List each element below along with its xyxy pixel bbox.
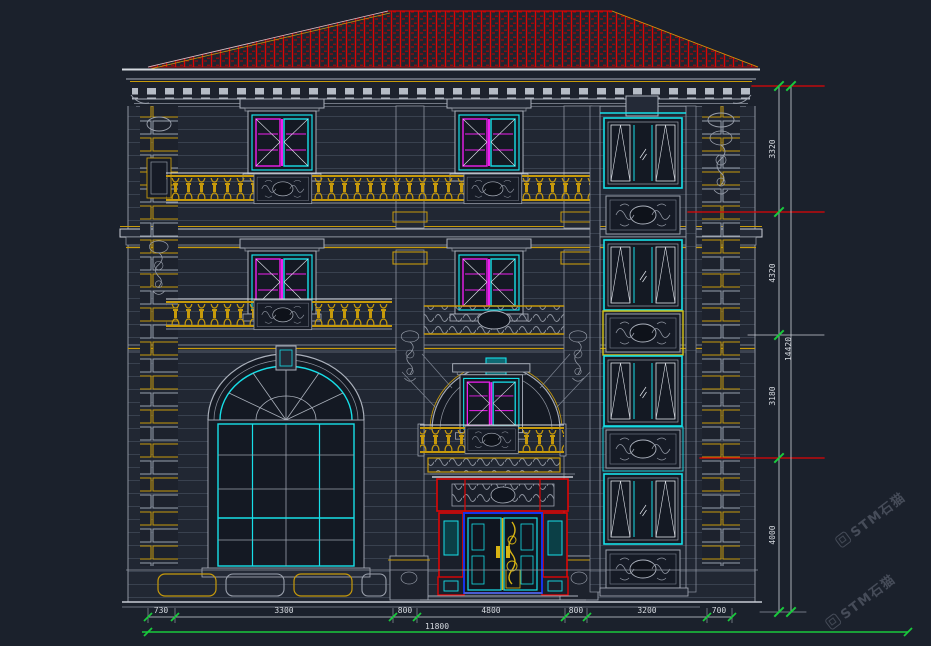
- pilaster-pedestal-left: [390, 556, 428, 600]
- window-floor3-right: [447, 99, 531, 181]
- bottom-dimension-chain: 730 3300 800 4800 800 3200 700 11800: [142, 606, 912, 636]
- right-quoin-pilaster: [702, 106, 740, 566]
- dim-right-total: 14420: [784, 337, 793, 361]
- door-handle: [506, 546, 510, 558]
- balustrade-panel: [254, 300, 312, 330]
- window-sill: [202, 568, 370, 577]
- stair-window-3: [604, 356, 682, 426]
- door-handle: [496, 546, 500, 558]
- stair-window-1: [604, 118, 682, 188]
- balcony-balustrade: [418, 424, 566, 474]
- stair-panel-4: [606, 550, 680, 588]
- dim-bottom-seg-3: 800: [398, 606, 413, 615]
- stair-window-2: [604, 240, 682, 310]
- stair-panel-1: [606, 196, 680, 234]
- dim-right-seg-4: 4000: [768, 525, 777, 544]
- window-floor3-left: [240, 99, 324, 181]
- dim-right-seg-3: 3180: [768, 386, 777, 405]
- drawing-canvas[interactable]: 3320 4320 3180 4000 14420 730 3300 800 4…: [0, 0, 931, 646]
- dim-bottom-seg-4: 4800: [481, 606, 500, 615]
- stair-window-4: [604, 474, 682, 544]
- stair-panel-2: [606, 314, 680, 352]
- dim-bottom-total: 11800: [425, 622, 449, 631]
- central-frieze: [424, 306, 564, 334]
- dim-bottom-seg-7: 700: [712, 606, 727, 615]
- dim-bottom-seg-1: 730: [154, 606, 169, 615]
- stair-window-bay: [590, 96, 696, 596]
- dim-bottom-seg-5: 800: [569, 606, 584, 615]
- main-cornice: [122, 70, 760, 107]
- stair-panel-3: [606, 430, 680, 468]
- arched-window: [202, 346, 370, 577]
- balustrade-panel: [464, 174, 522, 204]
- dim-right-seg-1: 3320: [768, 139, 777, 158]
- roof-tile-hatch: [148, 11, 758, 67]
- hip-roof: [148, 11, 758, 69]
- balcony-frieze: [428, 458, 560, 472]
- balustrade-panel: [254, 174, 312, 204]
- balcony-panel: [465, 426, 518, 453]
- entry-door: [430, 474, 575, 595]
- dim-right-seg-2: 4320: [768, 263, 777, 282]
- dim-bottom-seg-2: 3300: [274, 606, 293, 615]
- dim-bottom-seg-6: 3200: [637, 606, 656, 615]
